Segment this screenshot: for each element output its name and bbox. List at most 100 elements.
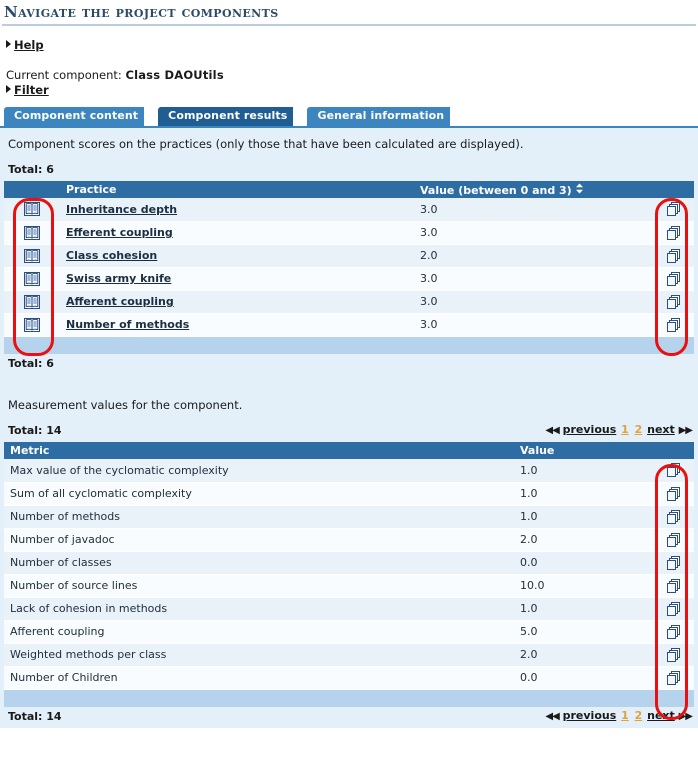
copy-icon[interactable] bbox=[667, 647, 681, 662]
copy-icon[interactable] bbox=[667, 624, 681, 639]
metric-action-cell[interactable] bbox=[654, 620, 694, 644]
metric-name-cell: Number of javadoc bbox=[4, 528, 514, 552]
practice-detail-cell[interactable] bbox=[4, 244, 60, 268]
metric-name-cell: Afferent coupling bbox=[4, 620, 514, 644]
practice-action-cell[interactable] bbox=[654, 267, 694, 291]
metric-name-cell: Number of classes bbox=[4, 551, 514, 575]
practice-value: 3.0 bbox=[420, 202, 438, 216]
copy-icon[interactable] bbox=[667, 294, 681, 309]
practice-link[interactable]: Afferent coupling bbox=[66, 295, 174, 308]
metric-value-cell: 1.0 bbox=[514, 597, 654, 621]
copy-icon[interactable] bbox=[667, 248, 681, 263]
book-icon[interactable] bbox=[24, 202, 40, 217]
tab-component-content[interactable]: Component content bbox=[4, 107, 158, 126]
pager-prev-arrows-icon: ◀◀ bbox=[545, 425, 559, 436]
practices-table: Practice Value (between 0 and 3) Inherit… bbox=[4, 181, 694, 354]
metric-action-cell[interactable] bbox=[654, 482, 694, 506]
metric-value: 1.0 bbox=[520, 463, 538, 477]
copy-icon[interactable] bbox=[667, 486, 681, 501]
book-icon[interactable] bbox=[24, 317, 40, 332]
help-toggle-row: Help bbox=[0, 26, 698, 52]
metric-action-cell[interactable] bbox=[654, 666, 694, 690]
metric-action-cell[interactable] bbox=[654, 459, 694, 483]
metric-value: 2.0 bbox=[520, 648, 538, 661]
table-row: Swiss army knife 3.0 bbox=[4, 267, 694, 291]
metric-name-cell: Weighted methods per class bbox=[4, 643, 514, 667]
practices-col-value-label: Value (between 0 and 3) bbox=[420, 183, 572, 197]
copy-icon[interactable] bbox=[667, 509, 681, 524]
practice-detail-cell[interactable] bbox=[4, 221, 60, 245]
practice-action-cell[interactable] bbox=[654, 244, 694, 268]
page-root: Navigate the project components Help Cur… bbox=[0, 0, 698, 775]
copy-icon[interactable] bbox=[667, 670, 681, 685]
filter-toggle[interactable]: Filter bbox=[6, 83, 49, 97]
copy-icon[interactable] bbox=[667, 601, 681, 616]
copy-icon[interactable] bbox=[667, 317, 681, 332]
practice-value-cell: 3.0 bbox=[414, 198, 654, 222]
practice-link[interactable]: Class cohesion bbox=[66, 249, 157, 262]
metric-action-cell[interactable] bbox=[654, 597, 694, 621]
metric-name-cell: Number of methods bbox=[4, 505, 514, 529]
tab-general-information[interactable]: General information bbox=[307, 107, 464, 126]
pager-previous-link[interactable]: previous bbox=[563, 709, 617, 722]
copy-icon[interactable] bbox=[667, 202, 681, 217]
copy-icon[interactable] bbox=[667, 271, 681, 286]
table-row: Efferent coupling 3.0 bbox=[4, 221, 694, 245]
tab-component-results[interactable]: Component results bbox=[158, 107, 307, 126]
practice-value-cell: 3.0 bbox=[414, 290, 654, 314]
tab-label: Component content bbox=[14, 109, 139, 122]
pager-page-2[interactable]: 2 bbox=[635, 709, 643, 722]
practice-action-cell[interactable] bbox=[654, 198, 694, 222]
pager-next-link[interactable]: next bbox=[647, 709, 675, 722]
metric-name: Number of classes bbox=[10, 556, 112, 569]
sort-updown-icon[interactable] bbox=[575, 183, 584, 197]
copy-icon[interactable] bbox=[667, 463, 681, 478]
practice-detail-cell[interactable] bbox=[4, 198, 60, 222]
pager-page-2[interactable]: 2 bbox=[635, 423, 643, 436]
practice-detail-cell[interactable] bbox=[4, 290, 60, 314]
metric-value-cell: 2.0 bbox=[514, 528, 654, 552]
practice-link[interactable]: Number of methods bbox=[66, 318, 189, 331]
metric-action-cell[interactable] bbox=[654, 574, 694, 598]
pager-page-1[interactable]: 1 bbox=[621, 709, 629, 722]
practice-detail-cell[interactable] bbox=[4, 313, 60, 337]
practice-name-cell: Inheritance depth bbox=[60, 198, 414, 222]
metric-action-cell[interactable] bbox=[654, 551, 694, 575]
metric-value-cell: 1.0 bbox=[514, 482, 654, 506]
practice-action-cell[interactable] bbox=[654, 221, 694, 245]
book-icon[interactable] bbox=[24, 248, 40, 263]
metrics-col-action bbox=[654, 442, 694, 459]
practice-link[interactable]: Inheritance depth bbox=[66, 203, 177, 216]
practice-link[interactable]: Efferent coupling bbox=[66, 226, 173, 239]
metric-action-cell[interactable] bbox=[654, 643, 694, 667]
book-icon[interactable] bbox=[24, 225, 40, 240]
pager-previous-link[interactable]: previous bbox=[563, 423, 617, 436]
table-row: Number of Children 0.0 bbox=[4, 666, 694, 690]
table-row: Sum of all cyclomatic complexity 1.0 bbox=[4, 482, 694, 506]
table-row: Number of javadoc 2.0 bbox=[4, 528, 694, 552]
metric-action-cell[interactable] bbox=[654, 528, 694, 552]
practice-value: 3.0 bbox=[420, 226, 438, 239]
tab-slant bbox=[452, 107, 464, 126]
metric-name-cell: Max value of the cyclomatic complexity bbox=[4, 459, 514, 483]
book-icon[interactable] bbox=[24, 294, 40, 309]
metric-value-cell: 2.0 bbox=[514, 643, 654, 667]
help-toggle[interactable]: Help bbox=[6, 38, 44, 52]
metric-name: Weighted methods per class bbox=[10, 648, 167, 661]
pager-next-link[interactable]: next bbox=[647, 423, 675, 436]
metric-action-cell[interactable] bbox=[654, 505, 694, 529]
copy-icon[interactable] bbox=[667, 578, 681, 593]
practice-name-cell: Efferent coupling bbox=[60, 221, 414, 245]
copy-icon[interactable] bbox=[667, 555, 681, 570]
practice-link[interactable]: Swiss army knife bbox=[66, 272, 171, 285]
copy-icon[interactable] bbox=[667, 225, 681, 240]
table-row: Number of methods 1.0 bbox=[4, 505, 694, 529]
table-row: Lack of cohesion in methods 1.0 bbox=[4, 597, 694, 621]
practices-col-value[interactable]: Value (between 0 and 3) bbox=[414, 181, 654, 198]
practice-detail-cell[interactable] bbox=[4, 267, 60, 291]
pager-page-1[interactable]: 1 bbox=[621, 423, 629, 436]
copy-icon[interactable] bbox=[667, 532, 681, 547]
practice-action-cell[interactable] bbox=[654, 290, 694, 314]
book-icon[interactable] bbox=[24, 271, 40, 286]
practice-action-cell[interactable] bbox=[654, 313, 694, 337]
